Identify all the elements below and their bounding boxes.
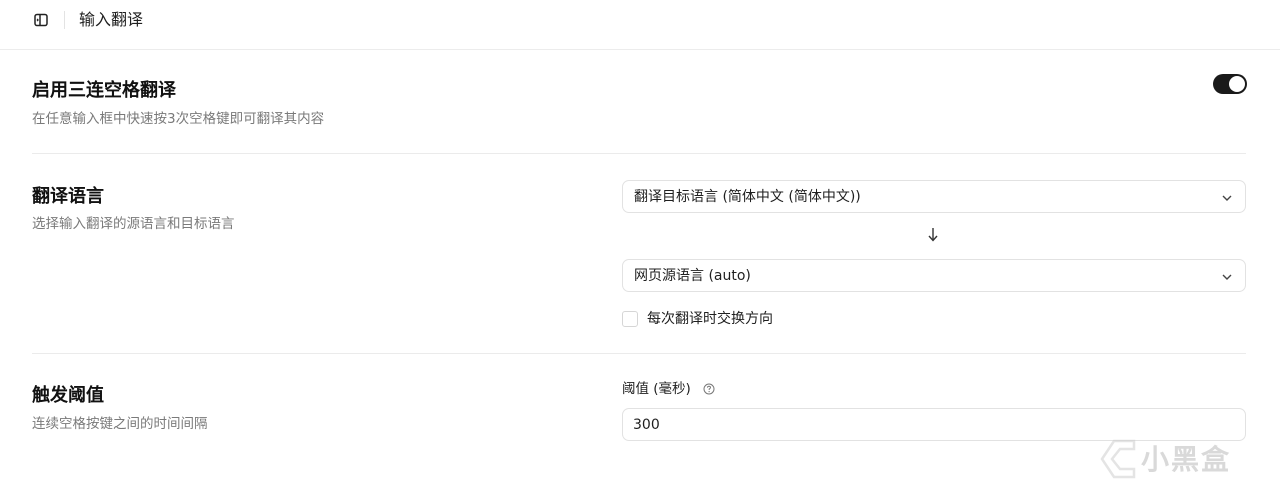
enable-toggle[interactable] [1213, 74, 1247, 94]
enable-section-description: 在任意输入框中快速按3次空格键即可翻译其内容 [32, 111, 325, 127]
swap-direction-checkbox[interactable] [622, 311, 638, 327]
sidebar-toggle-icon[interactable] [33, 12, 49, 28]
watermark-text: 小黑盒 [1141, 443, 1232, 476]
page-title: 输入翻译 [79, 10, 144, 29]
toggle-knob [1229, 76, 1245, 92]
section-divider [32, 353, 1246, 354]
swap-direction-label[interactable]: 每次翻译时交换方向 [647, 310, 773, 328]
threshold-section-title: 触发阈值 [32, 385, 104, 406]
source-language-select[interactable]: 网页源语言 (auto) [622, 259, 1246, 292]
source-language-value: 网页源语言 (auto) [634, 268, 751, 284]
help-circle-icon[interactable] [703, 383, 715, 395]
language-section-title: 翻译语言 [32, 186, 104, 207]
section-divider [32, 153, 1246, 154]
target-language-value: 翻译目标语言 (简体中文 (简体中文)) [634, 189, 861, 205]
threshold-section-description: 连续空格按键之间的时间间隔 [32, 416, 208, 432]
chevron-down-icon [1222, 195, 1232, 201]
enable-section-title: 启用三连空格翻译 [32, 80, 176, 101]
arrow-down-icon [928, 228, 938, 242]
top-bar: 输入翻译 [0, 0, 1280, 50]
language-section-description: 选择输入翻译的源语言和目标语言 [32, 216, 235, 232]
topbar-divider [64, 11, 65, 29]
chevron-down-icon [1222, 274, 1232, 280]
target-language-select[interactable]: 翻译目标语言 (简体中文 (简体中文)) [622, 180, 1246, 213]
threshold-field-label: 阈值 (毫秒) [622, 381, 691, 397]
